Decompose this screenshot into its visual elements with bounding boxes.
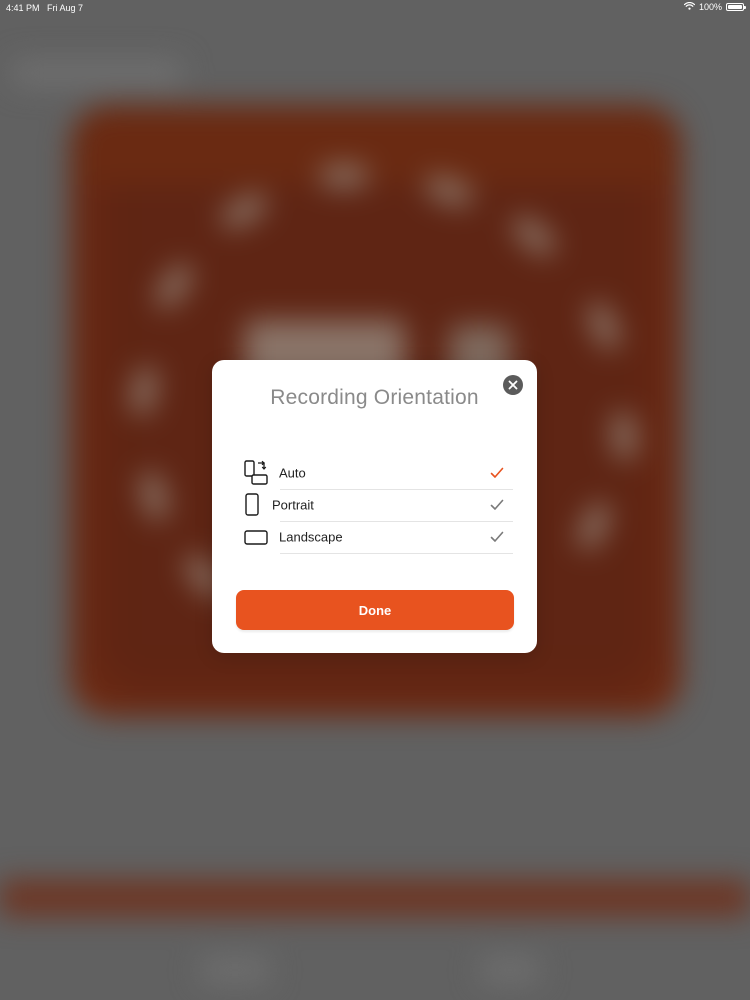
screen: 4:41 PM Fri Aug 7 100% Recording Orienta… bbox=[0, 0, 750, 1000]
background-tab-blur bbox=[480, 955, 540, 985]
portrait-icon bbox=[244, 493, 260, 517]
done-button[interactable]: Done bbox=[236, 590, 514, 630]
battery-icon bbox=[726, 3, 746, 11]
auto-rotate-icon bbox=[244, 460, 268, 486]
recording-orientation-dialog: Recording Orientation Auto Portrait Land… bbox=[212, 360, 537, 653]
option-label: Landscape bbox=[279, 529, 343, 545]
checkmark-icon bbox=[490, 467, 504, 479]
divider bbox=[280, 553, 513, 554]
background-bar-blur bbox=[0, 880, 750, 916]
status-bar: 4:41 PM Fri Aug 7 100% bbox=[0, 0, 750, 16]
checkmark-icon bbox=[490, 499, 504, 511]
background-title-blur bbox=[12, 60, 182, 86]
landscape-icon bbox=[244, 529, 268, 545]
status-date: Fri Aug 7 bbox=[47, 3, 84, 13]
wifi-icon bbox=[683, 1, 696, 12]
background-tab-blur bbox=[200, 955, 270, 985]
close-button[interactable] bbox=[503, 375, 523, 395]
option-auto[interactable]: Auto bbox=[244, 457, 514, 489]
option-portrait[interactable]: Portrait bbox=[244, 489, 514, 521]
status-right: 100% bbox=[683, 1, 746, 12]
option-label: Auto bbox=[279, 465, 306, 481]
battery-percent: 100% bbox=[698, 2, 722, 12]
checkmark-icon bbox=[490, 531, 504, 543]
dialog-title: Recording Orientation bbox=[270, 386, 479, 409]
status-time: 4:41 PM bbox=[6, 3, 40, 13]
close-icon bbox=[508, 380, 518, 390]
option-landscape[interactable]: Landscape bbox=[244, 521, 514, 553]
option-label: Portrait bbox=[272, 497, 314, 513]
